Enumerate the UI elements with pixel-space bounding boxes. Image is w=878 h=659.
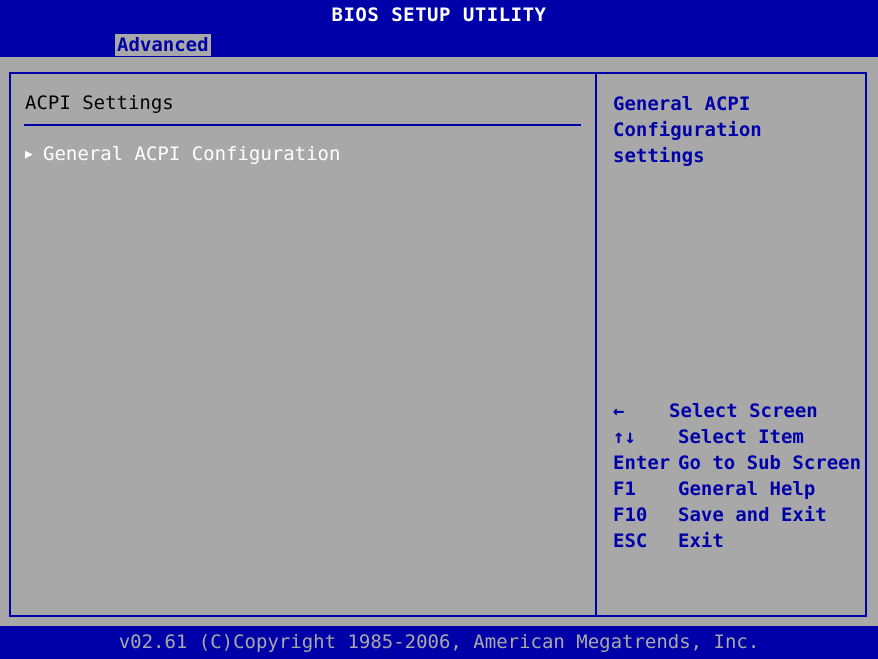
help-divider — [595, 72, 597, 617]
key-label: ← — [613, 400, 625, 422]
menu-item-label: General ACPI Configuration — [43, 143, 341, 165]
bios-screen: BIOS SETUP UTILITY Advanced ACPI Setting… — [0, 0, 878, 659]
copyright-footer: v02.61 (C)Copyright 1985-2006, American … — [0, 626, 878, 659]
key-label: F10 — [613, 504, 648, 526]
key-legend: ← Select Screen ↑↓ Select Item Enter Go … — [613, 398, 861, 554]
menu-item-general-acpi-configuration[interactable]: ▶ General ACPI Configuration — [25, 142, 340, 167]
key-legend-row: Enter Go to Sub Screen — [613, 450, 861, 476]
section-divider — [24, 124, 581, 126]
key-action: Select Item — [678, 426, 804, 448]
key-legend-row: ← Select Screen — [613, 398, 861, 424]
key-action: Exit — [678, 530, 724, 552]
tab-advanced[interactable]: Advanced — [115, 34, 211, 56]
key-label: Enter — [613, 452, 671, 474]
key-action: General Help — [678, 478, 816, 500]
key-action: Go to Sub Screen — [678, 452, 862, 474]
key-label: ESC — [613, 530, 648, 552]
key-label: ↑↓ — [613, 426, 636, 448]
submenu-arrow-icon: ▶ — [25, 147, 33, 162]
main-panel: ACPI Settings ▶ General ACPI Configuratio… — [0, 57, 878, 626]
key-action: Save and Exit — [678, 504, 827, 526]
app-title: BIOS SETUP UTILITY — [0, 0, 878, 30]
key-legend-row: ↑↓ Select Item — [613, 424, 861, 450]
help-description: General ACPI Configuration settings — [613, 93, 762, 167]
section-title: ACPI Settings — [25, 92, 174, 114]
key-action: Select Screen — [669, 400, 818, 422]
key-legend-row: ESC Exit — [613, 528, 861, 554]
key-legend-row: F10 Save and Exit — [613, 502, 861, 528]
menu-bar: Advanced — [0, 30, 878, 57]
key-legend-row: F1 General Help — [613, 476, 861, 502]
key-label: F1 — [613, 478, 636, 500]
